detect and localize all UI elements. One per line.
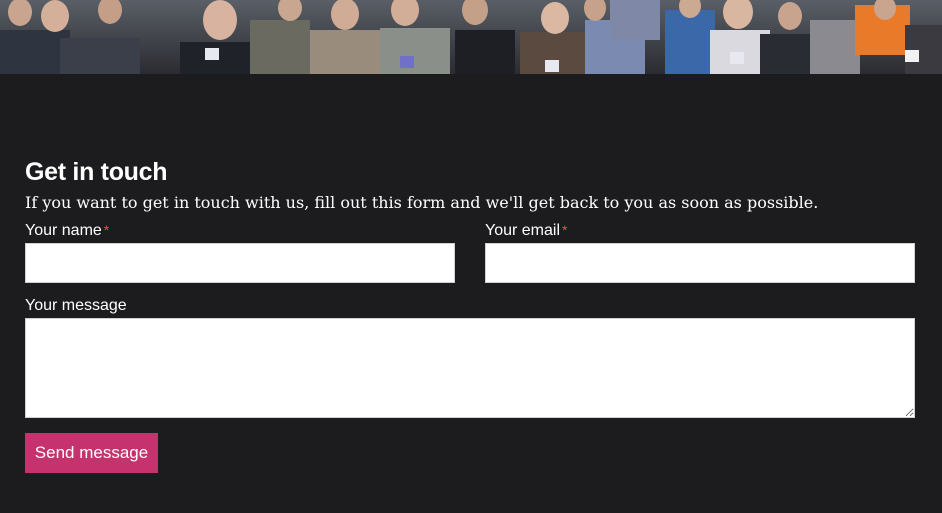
name-field-group: Your name * [25, 221, 455, 283]
name-label-text: Your name [25, 222, 102, 239]
email-input[interactable] [485, 243, 915, 283]
required-marker: * [103, 222, 110, 238]
email-field-group: Your email * [485, 221, 915, 283]
name-input[interactable] [25, 243, 455, 283]
hero-photo [0, 0, 942, 74]
name-email-row: Your name * Your email * [25, 221, 915, 283]
message-label: Your message [25, 297, 127, 314]
name-label: Your name * [25, 221, 455, 240]
send-message-button[interactable]: Send message [25, 433, 158, 473]
email-label: Your email * [485, 221, 915, 240]
contact-section: Get in touch If you want to get in touch… [25, 156, 915, 473]
message-field-group: Your message [25, 297, 915, 418]
contact-description: If you want to get in touch with us, fil… [25, 193, 819, 212]
email-label-text: Your email [485, 222, 561, 239]
page-title: Get in touch [25, 158, 168, 186]
crowd-photo-icon [0, 0, 942, 74]
message-textarea[interactable] [25, 318, 915, 418]
required-marker: * [562, 222, 568, 238]
page: Get in touch If you want to get in touch… [0, 0, 942, 513]
